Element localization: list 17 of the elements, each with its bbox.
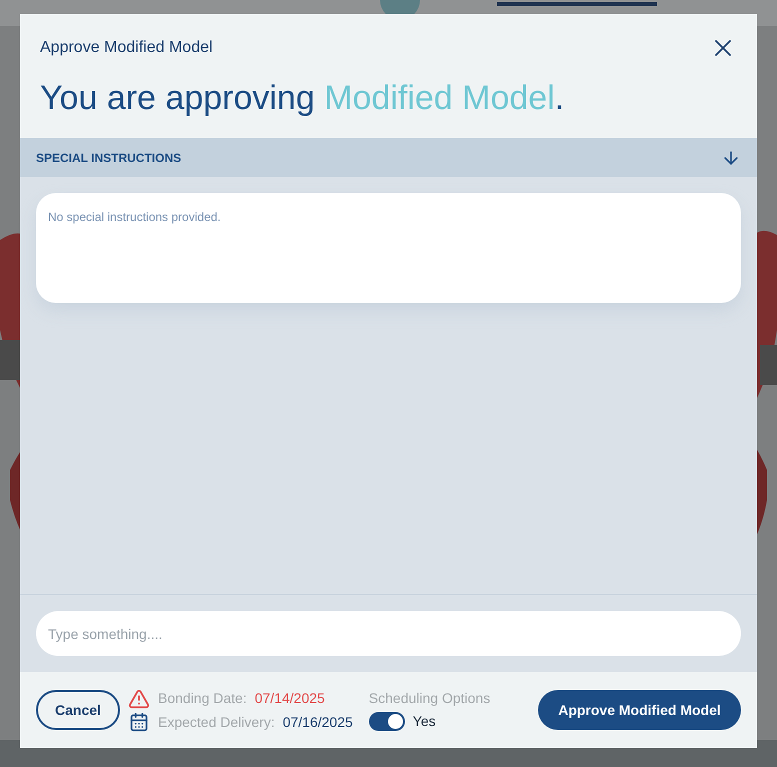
- message-field[interactable]: Type something....: [36, 611, 741, 656]
- scheduling-label: Scheduling Options: [368, 689, 490, 708]
- warning-icon: [128, 688, 150, 710]
- scheduling-toggle[interactable]: [368, 712, 405, 731]
- date-label: Bonding Date:: [158, 689, 247, 708]
- section-header[interactable]: SPECIAL INSTRUCTIONS: [20, 138, 757, 177]
- calendar-icon: [129, 712, 149, 732]
- cancel-button[interactable]: Cancel: [36, 690, 120, 730]
- approve-button[interactable]: Approve Modified Model: [538, 690, 741, 730]
- instructions-text: No special instructions provided.: [48, 210, 221, 224]
- date-label: Expected Delivery:: [158, 712, 275, 732]
- section-title: SPECIAL INSTRUCTIONS: [36, 150, 182, 166]
- date-value: 07/16/2025: [282, 712, 353, 732]
- date-value: 07/14/2025: [254, 689, 325, 708]
- dialog-title: Approve Modified Model: [40, 38, 213, 58]
- scheduling-value: Yes: [412, 712, 436, 731]
- dialog-heading: You are approving Modified Model.: [39, 78, 566, 118]
